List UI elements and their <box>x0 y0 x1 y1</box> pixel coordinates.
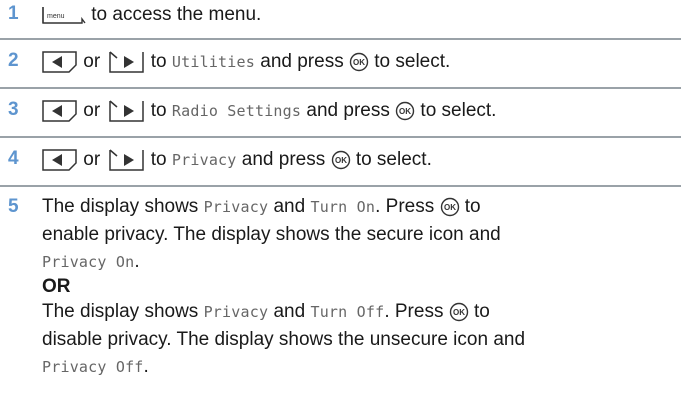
divider <box>0 185 681 187</box>
right-arrow-key-icon <box>109 149 145 171</box>
option-a-line-3: Privacy On. <box>42 251 140 272</box>
or-text: or <box>83 51 101 72</box>
display-item: Privacy On <box>42 253 135 271</box>
to-text: to <box>150 100 167 121</box>
or-text: or <box>83 149 101 170</box>
option-a-line-2: enable privacy. The display shows the se… <box>42 224 501 245</box>
left-arrow-key-icon <box>42 51 78 73</box>
ok-key-text: OK <box>453 308 465 317</box>
and-press-text: and press <box>260 51 344 72</box>
ok-key-text: OK <box>353 58 365 67</box>
left-arrow-key-icon <box>42 100 78 122</box>
ok-key-text: OK <box>444 203 456 212</box>
ok-key-icon: OK <box>331 150 351 170</box>
step-text: to access the menu. <box>91 4 262 25</box>
to-text: to <box>150 149 167 170</box>
ok-key-text: OK <box>335 156 347 165</box>
step-content: or to Radio Settings and press OK to sel… <box>42 96 675 126</box>
divider <box>0 38 681 40</box>
ok-key-icon: OK <box>449 302 469 322</box>
step-number: 5 <box>8 196 19 217</box>
step-content: The display shows Privacy and Turn On. P… <box>42 193 675 381</box>
step-number: 1 <box>8 3 19 24</box>
ok-key-icon: OK <box>395 101 415 121</box>
step-content: menu to access the menu. <box>42 0 675 29</box>
option-b-line-3: Privacy Off. <box>42 356 149 377</box>
display-item: Privacy Off <box>42 358 144 376</box>
and-press-text: and press <box>241 149 326 170</box>
display-item: Privacy <box>203 303 269 321</box>
display-item: Turn Off <box>310 303 385 321</box>
step-content: or to Utilities and press OK to select. <box>42 47 675 77</box>
display-item: Turn On <box>310 198 376 216</box>
menu-key-text: menu <box>47 13 65 20</box>
or-text: or <box>83 100 101 121</box>
menu-target: Privacy <box>171 151 237 169</box>
step-content: or to Privacy and press OK to select. <box>42 145 675 175</box>
divider <box>0 136 681 138</box>
step-number: 4 <box>8 148 19 169</box>
option-b-line-1: The display shows Privacy and Turn Off. … <box>42 301 490 322</box>
menu-target: Radio Settings <box>171 102 302 120</box>
to-select-text: to select. <box>374 51 451 72</box>
step-number: 2 <box>8 50 19 71</box>
divider <box>0 87 681 89</box>
to-text: to <box>150 51 167 72</box>
right-arrow-key-icon <box>109 100 145 122</box>
menu-target: Utilities <box>171 53 255 71</box>
ok-key-text: OK <box>399 107 411 116</box>
or-label: OR <box>42 276 71 297</box>
option-b-line-2: disable privacy. The display shows the u… <box>42 329 526 350</box>
menu-key-icon: menu <box>42 5 86 25</box>
display-item: Privacy <box>203 198 269 216</box>
ok-key-icon: OK <box>440 197 460 217</box>
left-arrow-key-icon <box>42 149 78 171</box>
right-arrow-key-icon <box>109 51 145 73</box>
to-select-text: to select. <box>420 100 497 121</box>
to-select-text: to select. <box>355 149 432 170</box>
ok-key-icon: OK <box>349 52 369 72</box>
and-press-text: and press <box>306 100 390 121</box>
option-a-line-1: The display shows Privacy and Turn On. P… <box>42 196 481 217</box>
step-number: 3 <box>8 99 19 120</box>
